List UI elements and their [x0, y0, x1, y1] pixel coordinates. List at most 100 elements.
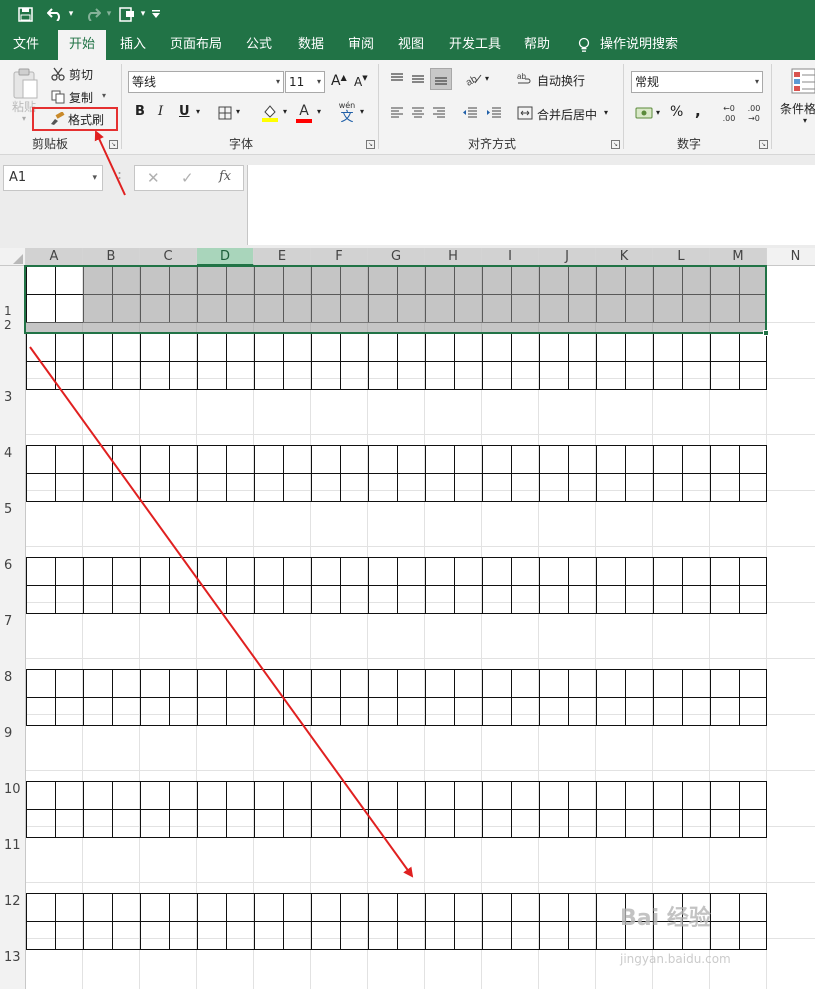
save-icon[interactable] — [14, 3, 36, 25]
increase-font-size-button[interactable]: A ▲ — [331, 73, 347, 90]
form-dropdown-icon[interactable]: ▾ — [138, 3, 148, 25]
undo-dropdown-icon[interactable]: ▾ — [66, 3, 76, 25]
name-box[interactable]: A1 ▾ — [3, 165, 103, 191]
column-header-j[interactable]: J — [539, 248, 596, 266]
format-painter-button[interactable]: 格式刷 — [32, 107, 118, 131]
confirm-entry-icon[interactable]: ✓ — [181, 169, 194, 187]
tab-view[interactable]: 视图 — [388, 30, 434, 60]
orientation-icon[interactable]: ab — [464, 70, 484, 88]
customize-qat-icon[interactable] — [150, 3, 162, 25]
conditional-formatting-button[interactable]: 条件格 — [780, 100, 815, 117]
tab-help[interactable]: 帮助 — [514, 30, 560, 60]
accounting-dropdown-icon[interactable]: ▾ — [656, 108, 660, 117]
align-left-icon[interactable] — [388, 104, 406, 122]
font-color-dropdown-icon[interactable]: ▾ — [317, 107, 321, 116]
wrap-text-icon[interactable]: ab — [516, 70, 534, 88]
row-header-1[interactable]: 1 — [0, 304, 26, 318]
underline-button[interactable]: U — [179, 104, 190, 119]
font-size-combo[interactable]: 11 ▾ — [285, 71, 325, 93]
orientation-dropdown-icon[interactable]: ▾ — [485, 74, 489, 83]
bordered-cell-band[interactable] — [26, 333, 767, 390]
merge-center-button[interactable]: 合并后居中 — [537, 105, 597, 123]
bordered-cell-band[interactable] — [26, 445, 767, 502]
row-header-10[interactable]: 10 — [0, 782, 26, 797]
increase-decimal-button[interactable]: ←0 .00 — [718, 102, 740, 126]
increase-indent-icon[interactable] — [484, 104, 504, 122]
column-header-g[interactable]: G — [368, 248, 425, 266]
comma-style-button[interactable]: , — [695, 102, 701, 120]
column-header-n[interactable]: N — [767, 248, 815, 266]
row-header-5[interactable]: 5 — [0, 502, 26, 517]
tab-review[interactable]: 审阅 — [338, 30, 384, 60]
align-right-icon[interactable] — [430, 104, 448, 122]
underline-dropdown-icon[interactable]: ▾ — [196, 107, 200, 116]
column-header-l[interactable]: L — [653, 248, 710, 266]
row-header-6[interactable]: 6 — [0, 558, 26, 573]
tab-data[interactable]: 数据 — [288, 30, 334, 60]
decrease-indent-icon[interactable] — [460, 104, 480, 122]
borders-icon[interactable] — [216, 104, 234, 122]
conditional-formatting-dropdown-icon[interactable]: ▾ — [803, 116, 807, 125]
scissors-icon[interactable] — [50, 66, 66, 82]
decrease-font-size-button[interactable]: A ▼ — [354, 74, 368, 89]
merge-center-dropdown-icon[interactable]: ▾ — [604, 108, 608, 117]
copy-button[interactable]: 复制 — [69, 89, 93, 105]
formula-bar-grip-icon[interactable] — [118, 171, 121, 185]
tab-insert[interactable]: 插入 — [110, 30, 156, 60]
cancel-entry-icon[interactable]: ✕ — [147, 169, 160, 187]
percent-style-button[interactable]: % — [670, 104, 683, 120]
select-all-corner[interactable] — [0, 248, 26, 266]
column-header-f[interactable]: F — [311, 248, 368, 266]
copy-icon[interactable] — [50, 89, 66, 105]
italic-button[interactable]: I — [158, 104, 163, 119]
row-header-8[interactable]: 8 — [0, 670, 26, 685]
row-header-7[interactable]: 7 — [0, 614, 26, 629]
font-dialog-launcher-icon[interactable]: ↘ — [366, 140, 375, 149]
cut-button[interactable]: 剪切 — [69, 66, 93, 82]
fill-color-icon[interactable] — [260, 102, 280, 124]
column-header-e[interactable]: E — [254, 248, 311, 266]
undo-icon[interactable] — [44, 3, 66, 25]
align-center-icon[interactable] — [409, 104, 427, 122]
number-dialog-launcher-icon[interactable]: ↘ — [759, 140, 768, 149]
bordered-cell-band[interactable] — [26, 557, 767, 614]
fill-color-dropdown-icon[interactable]: ▾ — [283, 107, 287, 116]
row-header-4[interactable]: 4 — [0, 446, 26, 461]
column-header-d[interactable]: D — [197, 248, 254, 266]
lightbulb-icon[interactable] — [576, 30, 592, 60]
paste-dropdown-icon[interactable]: ▾ — [22, 114, 26, 123]
selected-range[interactable] — [24, 265, 767, 334]
bold-button[interactable]: B — [135, 104, 145, 119]
tab-developer[interactable]: 开发工具 — [442, 30, 508, 60]
align-bottom-icon[interactable] — [430, 68, 452, 90]
row-header-12[interactable]: 12 — [0, 894, 26, 909]
column-header-b[interactable]: B — [83, 248, 140, 266]
conditional-formatting-icon[interactable] — [790, 66, 815, 98]
copy-dropdown-icon[interactable]: ▾ — [102, 91, 106, 100]
tab-page-layout[interactable]: 页面布局 — [164, 30, 228, 60]
row-header-11[interactable]: 11 — [0, 838, 26, 853]
borders-dropdown-icon[interactable]: ▾ — [236, 107, 240, 116]
clipboard-dialog-launcher-icon[interactable]: ↘ — [109, 140, 118, 149]
row-header-2[interactable]: 2 — [0, 318, 26, 332]
accounting-format-icon[interactable] — [634, 104, 654, 122]
align-top-icon[interactable] — [388, 70, 406, 88]
bordered-cell-band[interactable] — [26, 669, 767, 726]
phonetic-guide-button[interactable]: wén 文 — [336, 100, 358, 126]
font-name-combo[interactable]: 等线 ▾ — [128, 71, 284, 93]
redo-dropdown-icon[interactable]: ▾ — [104, 3, 114, 25]
formula-input[interactable] — [247, 165, 815, 245]
tab-file[interactable]: 文件 — [4, 30, 48, 60]
row-header-9[interactable]: 9 — [0, 726, 26, 741]
align-middle-icon[interactable] — [409, 70, 427, 88]
column-header-k[interactable]: K — [596, 248, 653, 266]
decrease-decimal-button[interactable]: .00 →0 — [743, 102, 765, 126]
column-header-c[interactable]: C — [140, 248, 197, 266]
column-header-m[interactable]: M — [710, 248, 767, 266]
tell-me-search[interactable]: 操作说明搜索 — [600, 30, 686, 60]
column-header-i[interactable]: I — [482, 248, 539, 266]
redo-icon[interactable] — [82, 3, 104, 25]
bordered-cell-band[interactable] — [26, 781, 767, 838]
row-header-13[interactable]: 13 — [0, 950, 26, 965]
number-format-combo[interactable]: 常规 ▾ — [631, 71, 763, 93]
